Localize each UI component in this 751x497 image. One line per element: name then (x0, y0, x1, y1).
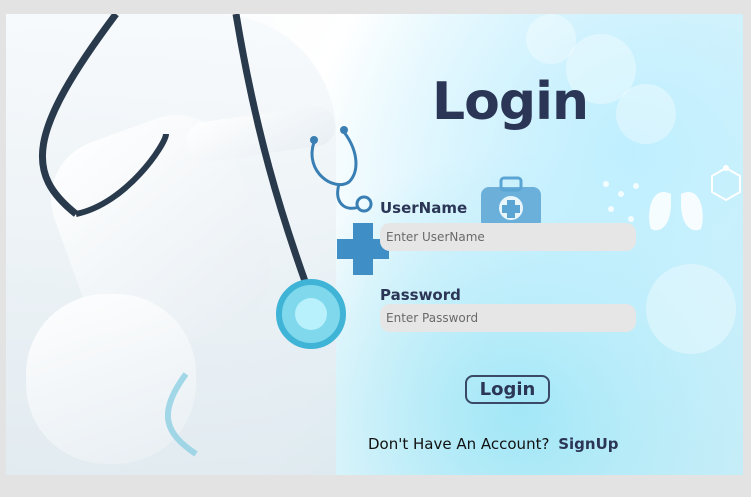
bokeh-light (526, 14, 576, 64)
login-button[interactable]: Login (465, 375, 550, 404)
username-label: UserName (380, 199, 468, 217)
password-label: Password (380, 286, 461, 304)
signup-prompt-row: Don't Have An Account? SignUp (368, 435, 618, 453)
signup-link[interactable]: SignUp (558, 435, 618, 453)
page-title: Login (432, 72, 589, 132)
bokeh-light (616, 84, 676, 144)
signup-prompt: Don't Have An Account? (368, 435, 550, 453)
username-input[interactable] (380, 223, 636, 251)
molecule-icon (711, 165, 741, 202)
bokeh-light (646, 264, 736, 354)
stethoscope-icon (310, 126, 373, 213)
stethoscope-image (38, 14, 346, 457)
password-input[interactable] (380, 304, 636, 332)
